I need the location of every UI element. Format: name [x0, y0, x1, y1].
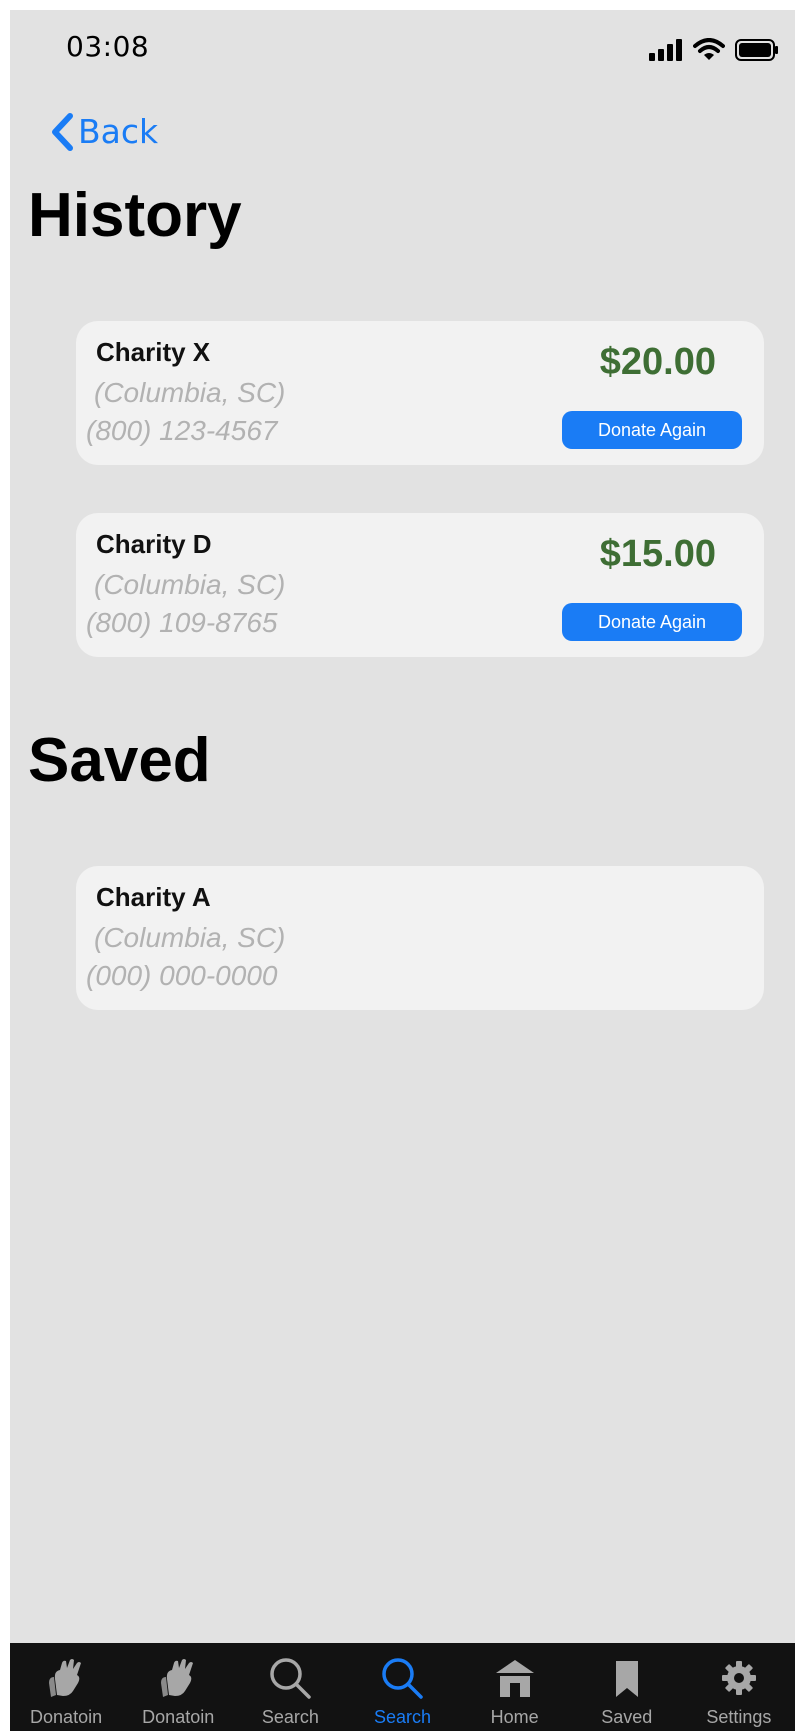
wifi-icon [693, 38, 725, 60]
history-card-1[interactable]: Charity X (Columbia, SC) (800) 123-4567 … [76, 321, 764, 465]
history-card-2[interactable]: Charity D (Columbia, SC) (800) 109-8765 … [76, 513, 764, 657]
tab-donation-2[interactable]: Donatoin [122, 1643, 234, 1731]
charity-phone: (800) 123-4567 [86, 415, 278, 446]
donation-amount: $15.00 [599, 533, 716, 575]
battery-icon [735, 39, 778, 61]
tab-settings[interactable]: Settings [683, 1643, 795, 1731]
tab-label: Saved [601, 1707, 653, 1727]
tab-home[interactable]: Home [459, 1643, 571, 1731]
search-icon [270, 1658, 312, 1699]
charity-name: Charity A [96, 882, 211, 912]
saved-title: Saved [28, 726, 211, 795]
bookmark-icon [615, 1661, 638, 1697]
tab-label: Settings [706, 1707, 772, 1727]
charity-phone: (800) 109-8765 [86, 607, 278, 638]
app-screen: 03:08 Back History Charity X (Columbia, … [10, 10, 795, 1731]
status-time: 03:08 [66, 30, 150, 63]
tab-label: Search [373, 1707, 432, 1727]
hands-icon [49, 1659, 82, 1697]
charity-location: (Columbia, SC) [94, 377, 286, 408]
charity-phone: (000) 000-0000 [86, 960, 278, 991]
tab-search-2[interactable]: Search [346, 1643, 458, 1731]
charity-name: Charity D [96, 529, 212, 559]
charity-name: Charity X [96, 337, 211, 367]
search-icon [382, 1658, 424, 1699]
tab-label: Home [490, 1707, 539, 1727]
back-label: Back [78, 112, 159, 151]
tab-label: Search [261, 1707, 319, 1727]
charity-location: (Columbia, SC) [94, 569, 286, 600]
history-title: History [28, 181, 242, 250]
tab-label: Donatoin [30, 1707, 103, 1727]
donation-amount: $20.00 [599, 341, 716, 383]
chevron-left-icon [52, 112, 73, 151]
charity-location: (Columbia, SC) [94, 922, 286, 953]
back-button[interactable]: Back [50, 112, 158, 151]
home-icon [495, 1660, 534, 1697]
tab-bar: Donatoin Donatoin Search Search Home Sav… [10, 1643, 795, 1731]
status-icons [649, 38, 779, 62]
tab-label: Donatoin [142, 1707, 215, 1727]
donate-again-button[interactable]: Donate Again [562, 603, 742, 641]
gear-icon [721, 1661, 756, 1695]
saved-card-1[interactable]: Charity A (Columbia, SC) (000) 000-0000 [76, 866, 764, 1010]
signal-icon [649, 39, 682, 61]
tab-saved[interactable]: Saved [571, 1643, 683, 1731]
donate-again-button[interactable]: Donate Again [562, 411, 742, 449]
hands-icon [161, 1659, 194, 1697]
tab-search-1[interactable]: Search [234, 1643, 346, 1731]
tab-donation-1[interactable]: Donatoin [10, 1643, 122, 1731]
